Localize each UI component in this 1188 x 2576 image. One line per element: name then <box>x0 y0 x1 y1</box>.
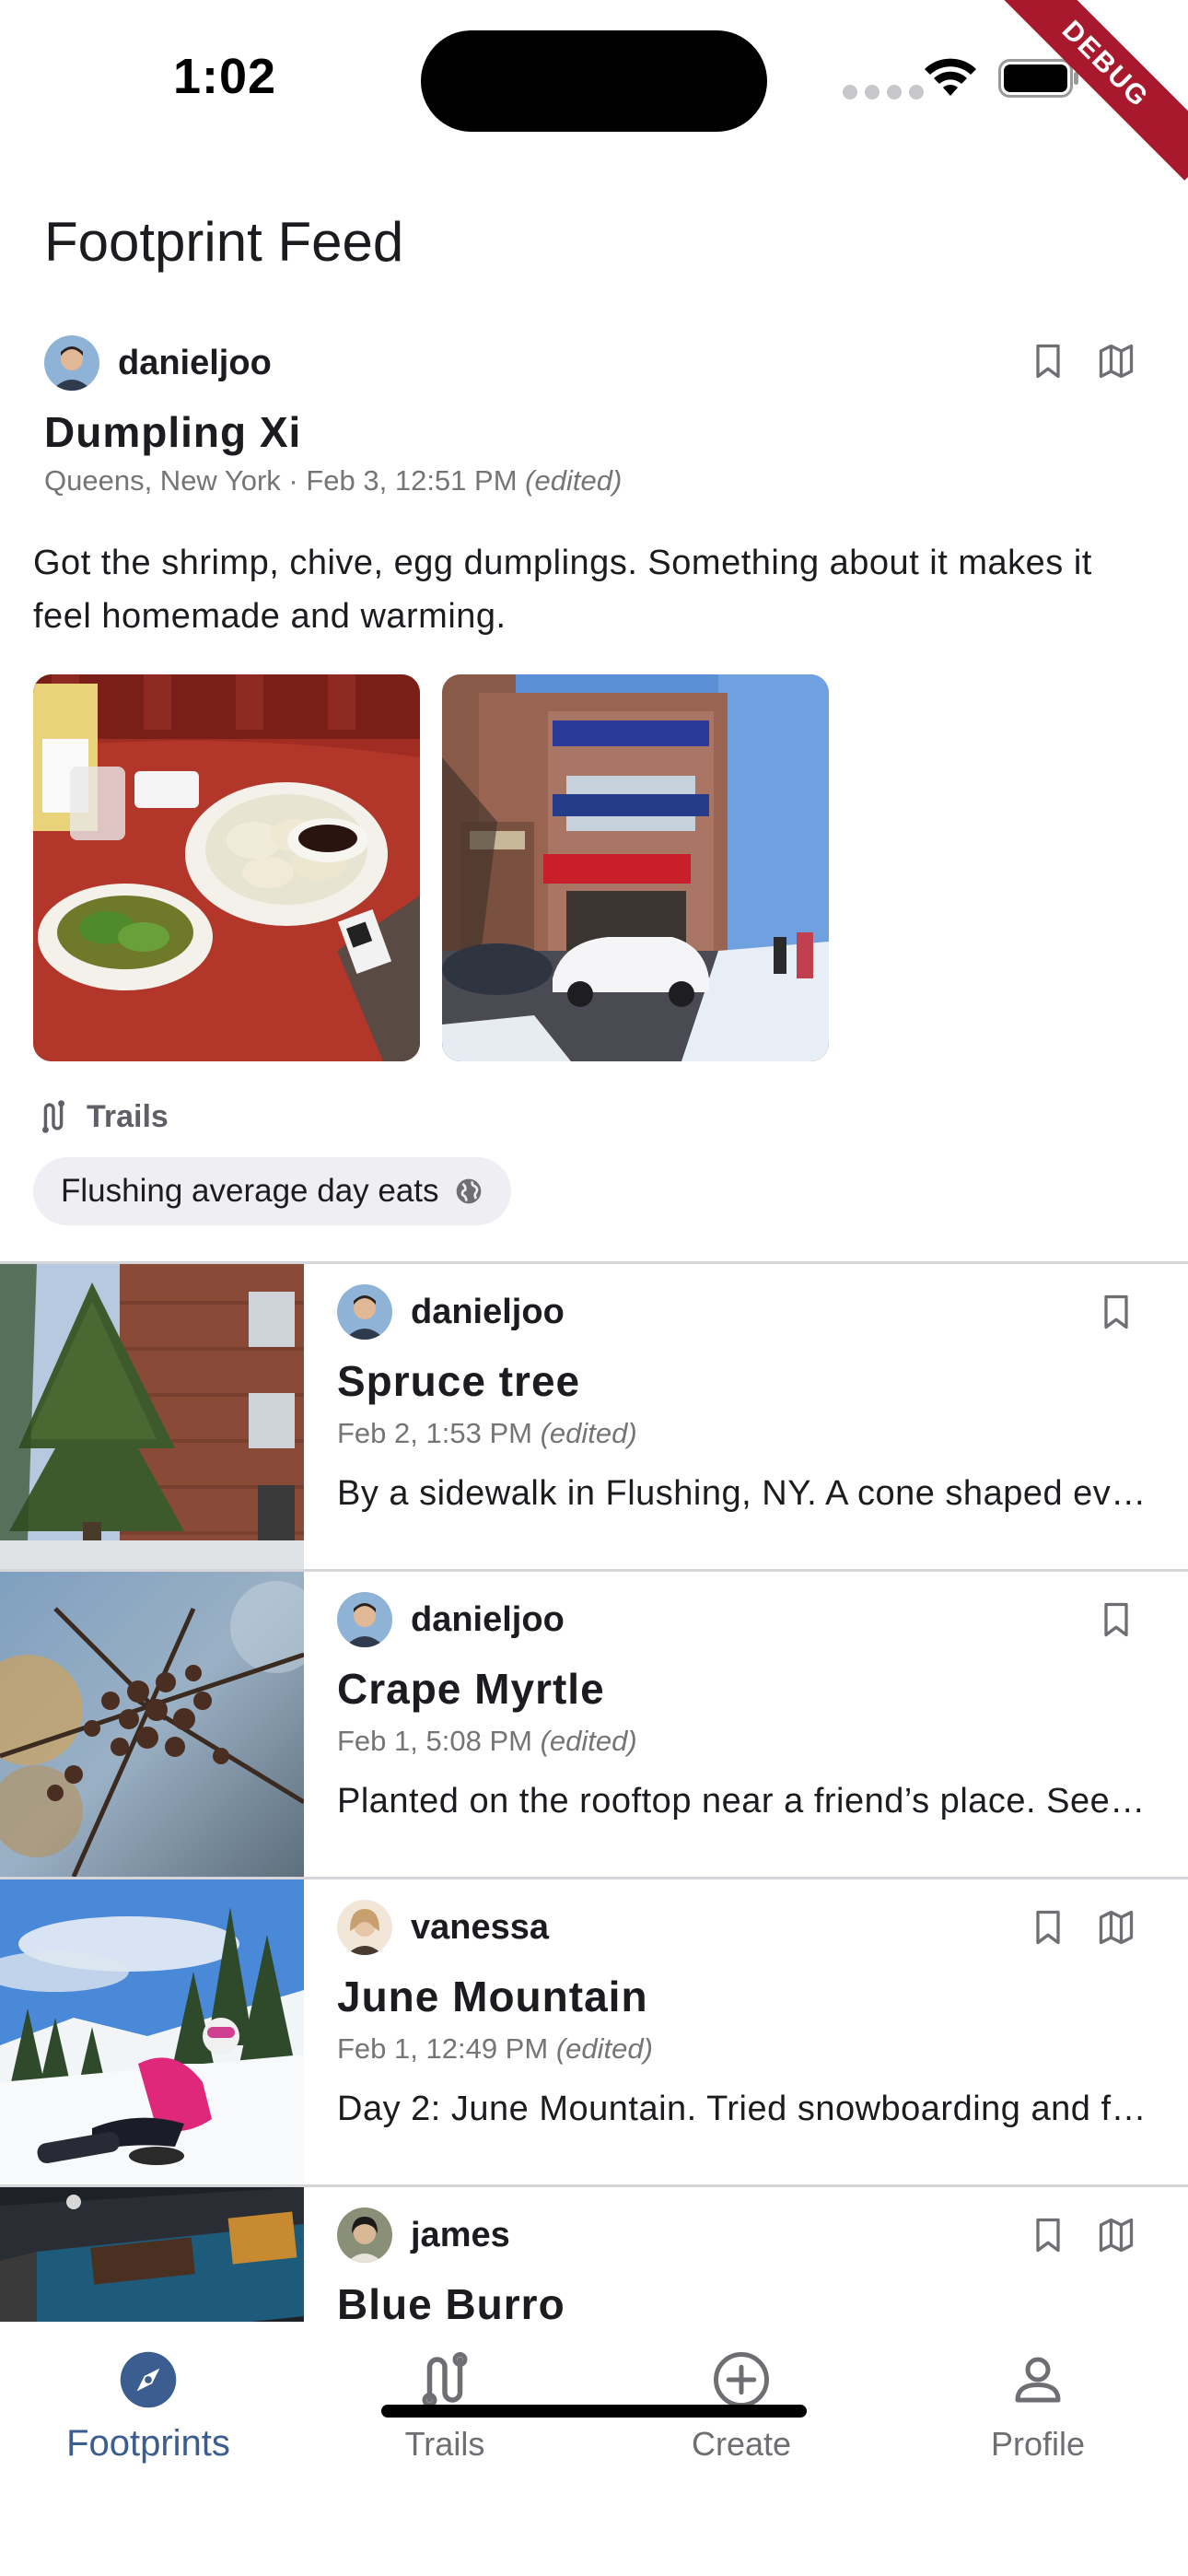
post-snippet: Planted on the rooftop near a friend’s p… <box>337 1782 1147 1821</box>
post-author[interactable]: danieljoo <box>337 1284 565 1340</box>
post-meta: Feb 2, 1:53 PM (edited) <box>337 1417 637 1450</box>
post-author[interactable]: danieljoo <box>337 1592 565 1647</box>
post-date: Feb 2, 1:53 PM <box>337 1417 532 1449</box>
post-actions <box>1096 1292 1136 1332</box>
post-photo-storefront[interactable] <box>442 674 829 1061</box>
username[interactable]: danieljoo <box>411 1600 565 1640</box>
wifi-icon <box>925 58 976 96</box>
nav-label: Profile <box>990 2425 1086 2463</box>
nav-label: Trails <box>404 2425 485 2463</box>
post-meta: Queens, New York · Feb 3, 12:51 PM (edit… <box>44 464 622 498</box>
post-date: Feb 1, 5:08 PM <box>337 1725 532 1757</box>
avatar[interactable] <box>337 1592 392 1647</box>
list-item[interactable]: vanessa June Mountain Feb 1, 12:49 PM (e… <box>0 1877 1188 2184</box>
plus-circle-icon <box>714 2352 769 2407</box>
status-time: 1:02 <box>173 49 277 104</box>
post-title[interactable]: Dumpling Xi <box>44 407 301 457</box>
post-actions <box>1028 341 1136 381</box>
trail-chip[interactable]: Flushing average day eats <box>33 1157 511 1225</box>
featured-post[interactable]: danieljoo Dumpling Xi Queens, New York ·… <box>0 322 1188 1262</box>
username[interactable]: danieljoo <box>411 1293 565 1332</box>
post-actions <box>1028 1907 1136 1948</box>
list-item[interactable]: danieljoo Crape Myrtle Feb 1, 5:08 PM (e… <box>0 1569 1188 1877</box>
trails-label: Trails <box>87 1098 169 1134</box>
bottom-navigation: Footprints Trails Create Profile <box>0 2322 1188 2576</box>
post-location: Queens, New York <box>44 464 281 497</box>
map-icon[interactable] <box>1096 2215 1136 2255</box>
edited-label: (edited) <box>555 2032 653 2065</box>
avatar[interactable] <box>337 2207 392 2263</box>
username[interactable]: danieljoo <box>118 344 272 383</box>
trails-section-label: Trails <box>37 1098 169 1135</box>
trail-chip-label: Flushing average day eats <box>61 1173 439 1209</box>
post-actions <box>1096 1599 1136 1640</box>
home-indicator[interactable] <box>381 2405 807 2418</box>
trail-icon <box>42 1100 64 1133</box>
post-meta: Feb 1, 12:49 PM (edited) <box>337 2032 653 2066</box>
bookmark-icon[interactable] <box>1028 341 1068 381</box>
post-date: Feb 1, 12:49 PM <box>337 2032 549 2065</box>
thumbnail-spruce[interactable] <box>0 1264 304 1569</box>
post-author[interactable]: vanessa <box>337 1900 549 1955</box>
username[interactable]: james <box>411 2216 510 2255</box>
avatar[interactable] <box>337 1900 392 1955</box>
compass-icon <box>120 2351 177 2408</box>
post-date: Feb 3, 12:51 PM <box>306 464 518 497</box>
page-title: Footprint Feed <box>44 211 404 273</box>
cellular-signal-icon <box>843 85 924 100</box>
post-body: Got the shrimp, chive, egg dumplings. So… <box>33 544 1092 636</box>
post-photo-dumplings[interactable] <box>33 674 420 1061</box>
edited-label: (edited) <box>525 464 623 497</box>
bookmark-icon[interactable] <box>1028 1907 1068 1948</box>
post-snippet: By a sidewalk in Flushing, NY. A cone sh… <box>337 1474 1147 1513</box>
post-author[interactable]: james <box>337 2207 510 2263</box>
post-actions <box>1028 2215 1136 2255</box>
post-author[interactable]: danieljoo <box>44 335 272 391</box>
post-title[interactable]: June Mountain <box>337 1972 648 2021</box>
avatar[interactable] <box>337 1284 392 1340</box>
person-icon <box>1015 2357 1061 2403</box>
status-bar: 1:02 DEBUG <box>0 0 1188 181</box>
trail-icon <box>422 2352 468 2407</box>
bookmark-icon[interactable] <box>1096 1292 1136 1332</box>
nav-profile[interactable]: Profile <box>890 2349 1186 2464</box>
nav-footprints[interactable]: Footprints <box>0 2349 297 2465</box>
post-title[interactable]: Crape Myrtle <box>337 1664 605 1714</box>
edited-label: (edited) <box>540 1725 637 1757</box>
post-title[interactable]: Spruce tree <box>337 1356 580 1406</box>
thumbnail-crape-myrtle[interactable] <box>0 1572 304 1877</box>
post-meta: Feb 1, 5:08 PM (edited) <box>337 1725 637 1758</box>
edited-label: (edited) <box>540 1417 637 1449</box>
avatar[interactable] <box>44 335 99 391</box>
nav-label: Footprints <box>66 2423 230 2464</box>
post-snippet: Day 2: June Mountain. Tried snowboarding… <box>337 2090 1147 2128</box>
list-item[interactable]: danieljoo Spruce tree Feb 2, 1:53 PM (ed… <box>0 1261 1188 1569</box>
bookmark-icon[interactable] <box>1028 2215 1068 2255</box>
globe-icon <box>456 1178 481 1204</box>
map-icon[interactable] <box>1096 341 1136 381</box>
meta-separator: · <box>288 464 298 497</box>
thumbnail-june-mountain[interactable] <box>0 1879 304 2184</box>
username[interactable]: vanessa <box>411 1908 549 1948</box>
map-icon[interactable] <box>1096 1907 1136 1948</box>
dynamic-island <box>421 30 767 132</box>
nav-label: Create <box>691 2425 792 2463</box>
bookmark-icon[interactable] <box>1096 1599 1136 1640</box>
